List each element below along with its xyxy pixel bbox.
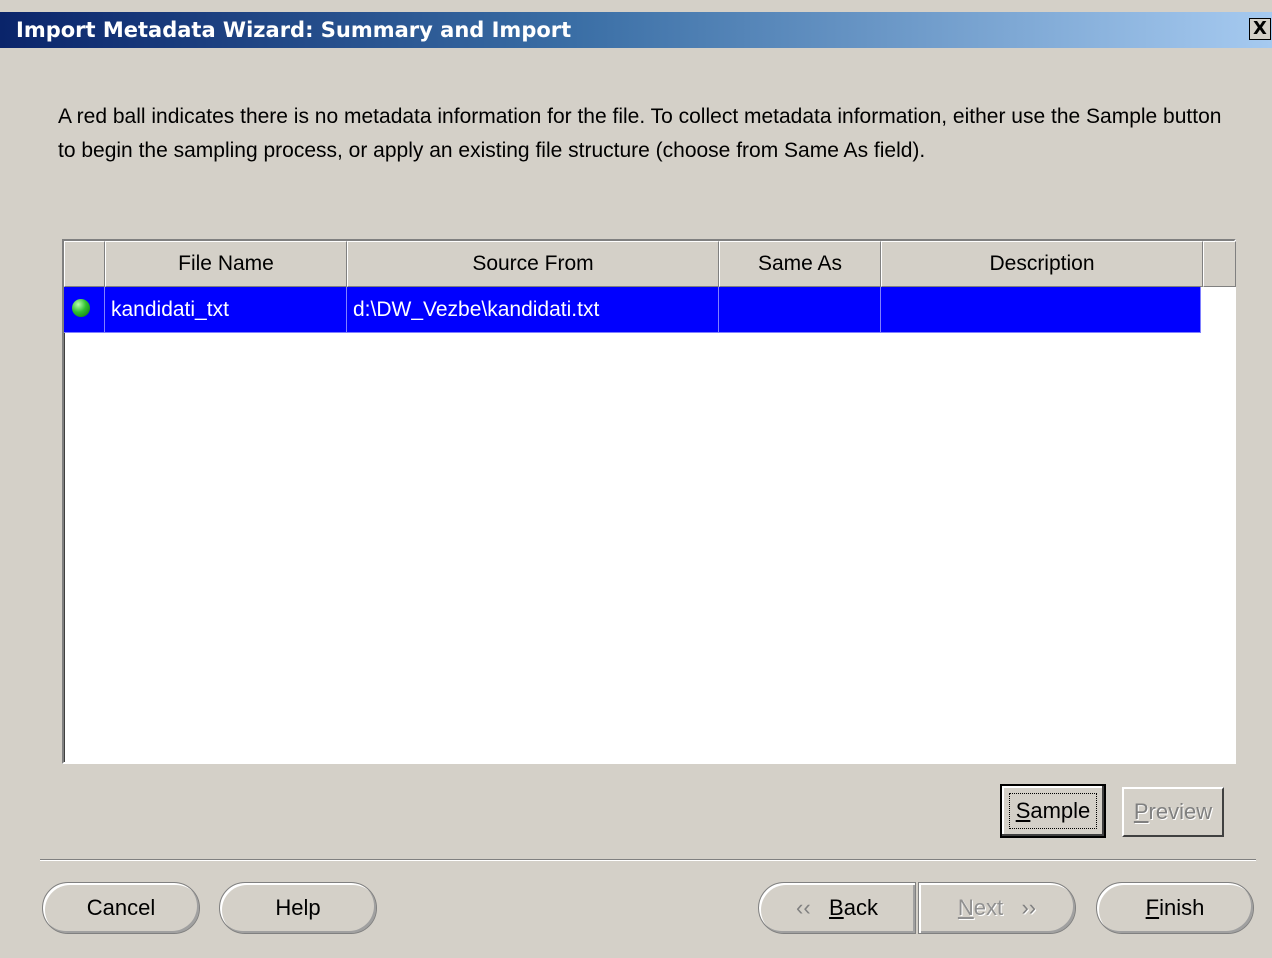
green-ball-icon — [72, 299, 90, 317]
next-label: ext — [973, 895, 1004, 920]
source-from-cell[interactable]: d:\DW_Vezbe\kandidati.txt — [347, 287, 719, 333]
column-header-description[interactable]: Description — [881, 241, 1203, 287]
column-header-status[interactable] — [64, 241, 105, 287]
title-bar: Import Metadata Wizard: Summary and Impo… — [0, 12, 1272, 48]
next-arrow-icon: ›› — [1021, 895, 1037, 920]
sample-button[interactable]: Sample — [1000, 784, 1106, 838]
file-name-cell[interactable]: kandidati_txt — [105, 287, 347, 333]
status-cell[interactable] — [64, 287, 105, 333]
instructions-text: A red ball indicates there is no metadat… — [58, 105, 1222, 162]
back-arrow-icon: ‹‹ — [796, 895, 811, 920]
close-button[interactable]: X — [1249, 18, 1271, 40]
column-header-filler — [1203, 241, 1236, 287]
table-row[interactable]: kandidati_txt d:\DW_Vezbe\kandidati.txt — [64, 287, 1201, 333]
cancel-button[interactable]: Cancel — [42, 882, 200, 934]
next-mnemonic: N — [957, 895, 974, 920]
column-header-same-as[interactable]: Same As — [719, 241, 881, 287]
preview-mnemonic: P — [1133, 799, 1149, 824]
preview-label: review — [1148, 799, 1213, 824]
footer-divider — [40, 859, 1256, 861]
column-header-source-from[interactable]: Source From — [347, 241, 719, 287]
help-button[interactable]: Help — [219, 882, 377, 934]
same-as-cell[interactable] — [719, 287, 881, 333]
back-mnemonic: B — [829, 895, 844, 920]
back-button[interactable]: ‹‹ Back — [758, 882, 916, 934]
back-label: ack — [843, 895, 878, 920]
preview-button[interactable]: Preview — [1122, 787, 1224, 837]
files-table: File Name Source From Same As Descriptio… — [62, 239, 1236, 764]
next-button[interactable]: Next ›› — [918, 882, 1076, 934]
focus-rectangle — [1009, 793, 1097, 829]
description-cell[interactable] — [881, 287, 1201, 333]
column-header-file-name[interactable]: File Name — [105, 241, 347, 287]
window-title: Import Metadata Wizard: Summary and Impo… — [16, 18, 572, 42]
table-header: File Name Source From Same As Descriptio… — [64, 241, 1236, 287]
finish-mnemonic: F — [1145, 895, 1160, 920]
finish-button[interactable]: Finish — [1096, 882, 1254, 934]
finish-label: inish — [1159, 895, 1205, 920]
